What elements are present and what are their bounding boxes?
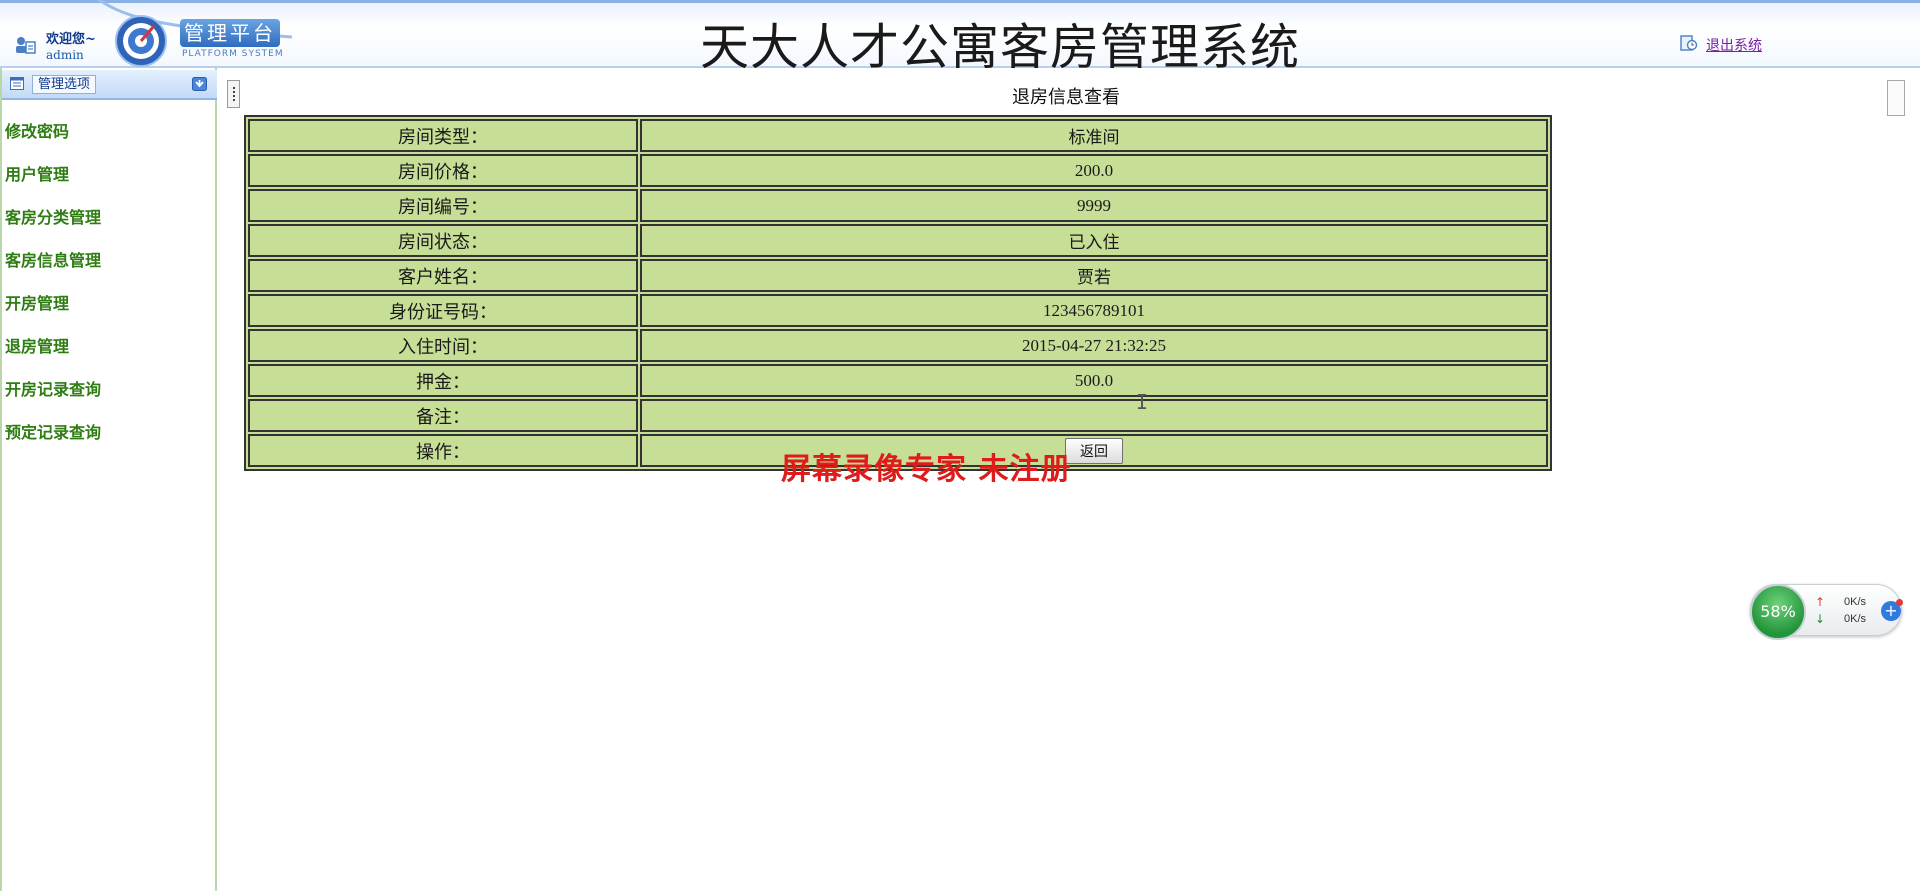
action-cell: 返回 [640,434,1548,467]
row-label: 房间类型： [248,119,638,152]
nav-item-reservation-records[interactable]: 预定记录查询 [5,422,101,465]
row-label: 入住时间： [248,329,638,362]
table-row: 房间价格： 200.0 [248,154,1548,187]
text-cursor-icon: I [1136,390,1149,414]
checkout-detail-table: 房间类型： 标准间 房间价格： 200.0 房间编号： 9999 房间状态： 已… [244,115,1552,471]
row-value: 123456789101 [640,294,1548,327]
nav-item-user-management[interactable]: 用户管理 [5,164,101,207]
table-row: 入住时间： 2015-04-27 21:32:25 [248,329,1548,362]
row-value [640,399,1548,432]
top-header: 欢迎您~ admin 管理平台 PLATFORM SYSTEM 天大人才公寓客房… [0,0,1920,76]
table-row: 押金： 500.0 [248,364,1548,397]
row-value: 贾若 [640,259,1548,292]
brand-title: 管理平台 [180,19,280,47]
download-speed: 0K/s [1844,613,1867,625]
back-button[interactable]: 返回 [1065,437,1123,464]
nav-item-room-category[interactable]: 客房分类管理 [5,207,101,250]
recorder-watermark: 屏幕录像专家 未注册 [781,452,1072,487]
brand-subtitle: PLATFORM SYSTEM [182,49,284,59]
main-content: 退房信息查看 房间类型： 标准间 房间价格： 200.0 房间编号： 9999 … [219,68,1920,891]
upload-speed: 0K/s [1844,596,1867,608]
row-value: 已入住 [640,224,1548,257]
row-label: 房间编号： [248,189,638,222]
row-value: 500.0 [640,364,1548,397]
table-row: 房间状态： 已入住 [248,224,1548,257]
table-row: 备注： [248,399,1548,432]
page-title: 退房信息查看 [1012,87,1120,108]
platform-logo-icon [115,15,167,67]
sidebar-header: 管理选项 [2,70,217,100]
welcome-text: 欢迎您~ [46,32,96,47]
sidebar-title: 管理选项 [32,75,97,94]
collapse-down-icon[interactable] [192,77,207,91]
table-row: 客户姓名： 贾若 [248,259,1548,292]
nav-item-check-out[interactable]: 退房管理 [5,336,101,379]
row-label: 房间状态： [248,224,638,257]
logout-link[interactable]: 退出系统 [1706,35,1762,55]
welcome-box: 欢迎您~ admin [6,21,102,65]
upload-arrow-icon: ↑ [1815,595,1826,609]
row-value: 9999 [640,189,1548,222]
table-row: 房间编号： 9999 [248,189,1548,222]
row-label: 客户姓名： [248,259,638,292]
download-arrow-icon: ↓ [1815,612,1826,626]
memory-usage-gauge[interactable]: 58% [1750,584,1806,640]
net-speed-widget[interactable]: 58% ↑ ↓ 0K/s 0K/s + [1750,584,1903,640]
username: admin [46,48,84,62]
sidebar: 管理选项 修改密码 用户管理 客房分类管理 客房信息管理 开房管理 退房管理 开… [0,68,217,891]
logout-icon[interactable] [1680,35,1698,51]
row-label: 备注： [248,399,638,432]
row-label: 房间价格： [248,154,638,187]
row-value: 200.0 [640,154,1548,187]
row-value: 标准间 [640,119,1548,152]
table-row: 房间类型： 标准间 [248,119,1548,152]
row-value: 2015-04-27 21:32:25 [640,329,1548,362]
nav-item-checkin-records[interactable]: 开房记录查询 [5,379,101,422]
nav-item-check-in[interactable]: 开房管理 [5,293,101,336]
notification-dot [1896,599,1903,606]
nav-menu: 修改密码 用户管理 客房分类管理 客房信息管理 开房管理 退房管理 开房记录查询… [5,121,101,465]
row-label: 身份证号码： [248,294,638,327]
user-icon [16,37,36,54]
calendar-icon [10,77,24,90]
row-label: 押金： [248,364,638,397]
nav-item-room-info[interactable]: 客房信息管理 [5,250,101,293]
nav-item-change-password[interactable]: 修改密码 [5,121,101,164]
table-row: 身份证号码： 123456789101 [248,294,1548,327]
action-label: 操作： [248,434,638,467]
